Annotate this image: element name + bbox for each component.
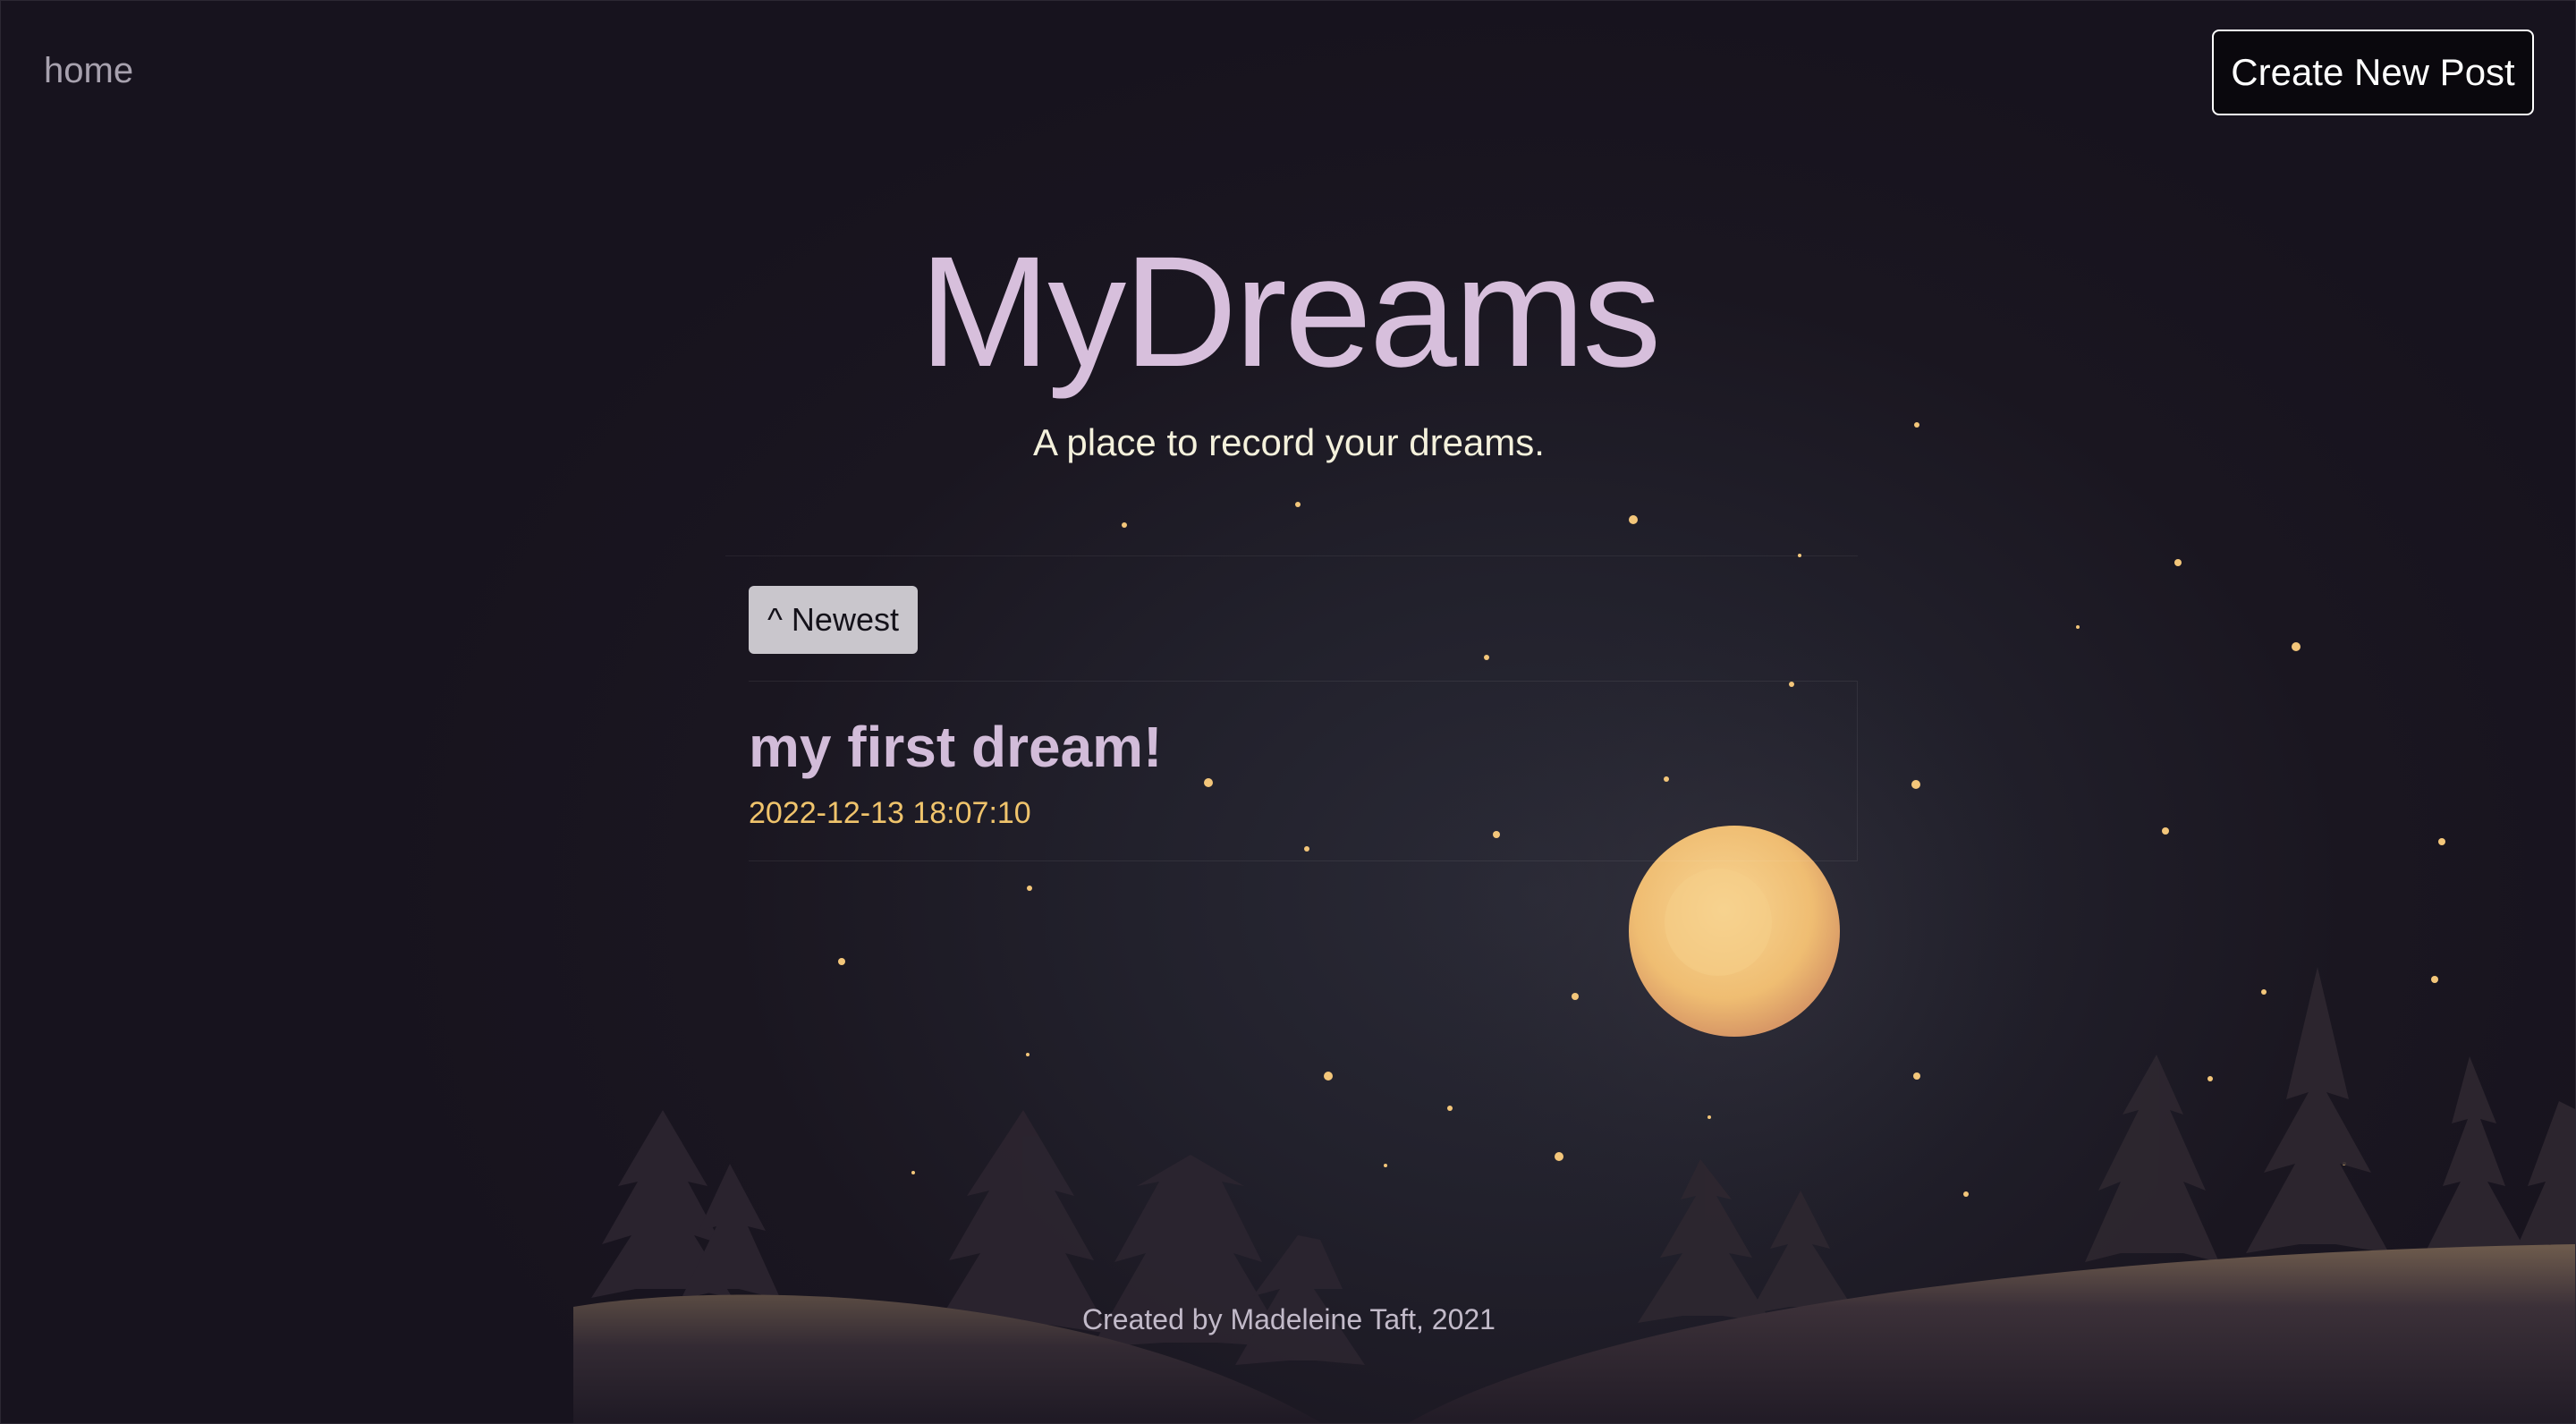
sort-newest-button[interactable]: ^ Newest — [749, 586, 918, 654]
divider — [725, 555, 1858, 556]
star — [2292, 642, 2301, 651]
page-subtitle: A place to record your dreams. — [1033, 421, 1545, 463]
star — [2162, 827, 2169, 835]
star — [838, 958, 845, 965]
star — [1295, 502, 1301, 507]
star — [1629, 515, 1638, 524]
star — [1447, 1106, 1453, 1111]
post-timestamp: 2022-12-13 18:07:10 — [749, 796, 1031, 830]
star — [1913, 1072, 1920, 1080]
create-new-post-button[interactable]: Create New Post — [2212, 30, 2534, 115]
star — [1384, 1164, 1387, 1167]
footer-credit: Created by Madeleine Taft, 2021 — [1082, 1303, 1496, 1335]
star — [2076, 625, 2080, 629]
page: home Create New Post MyDreams A place to… — [0, 0, 2576, 1424]
star — [1324, 1072, 1333, 1081]
tree — [2420, 1056, 2532, 1262]
star — [2174, 559, 2182, 566]
star — [1963, 1191, 1969, 1197]
star — [2207, 1076, 2213, 1081]
star — [1572, 993, 1579, 1000]
tree — [2085, 1055, 2219, 1262]
star — [1484, 655, 1489, 660]
post-card[interactable]: my first dream! 2022-12-13 18:07:10 — [749, 681, 1858, 861]
star — [1027, 886, 1032, 891]
post-title[interactable]: my first dream! — [749, 714, 1162, 780]
tree — [931, 1110, 1110, 1334]
tree — [2246, 967, 2389, 1253]
star — [1911, 780, 1920, 789]
star — [2438, 838, 2445, 845]
home-link[interactable]: home — [44, 51, 133, 91]
star — [1122, 522, 1127, 528]
star — [1555, 1152, 1563, 1161]
page-title: MyDreams — [919, 225, 1662, 400]
moon-texture — [1665, 869, 1772, 976]
tree — [2514, 1101, 2575, 1253]
star — [911, 1171, 915, 1174]
star — [1026, 1053, 1030, 1056]
star — [1707, 1115, 1711, 1119]
star — [2261, 989, 2267, 995]
star — [2431, 976, 2438, 983]
